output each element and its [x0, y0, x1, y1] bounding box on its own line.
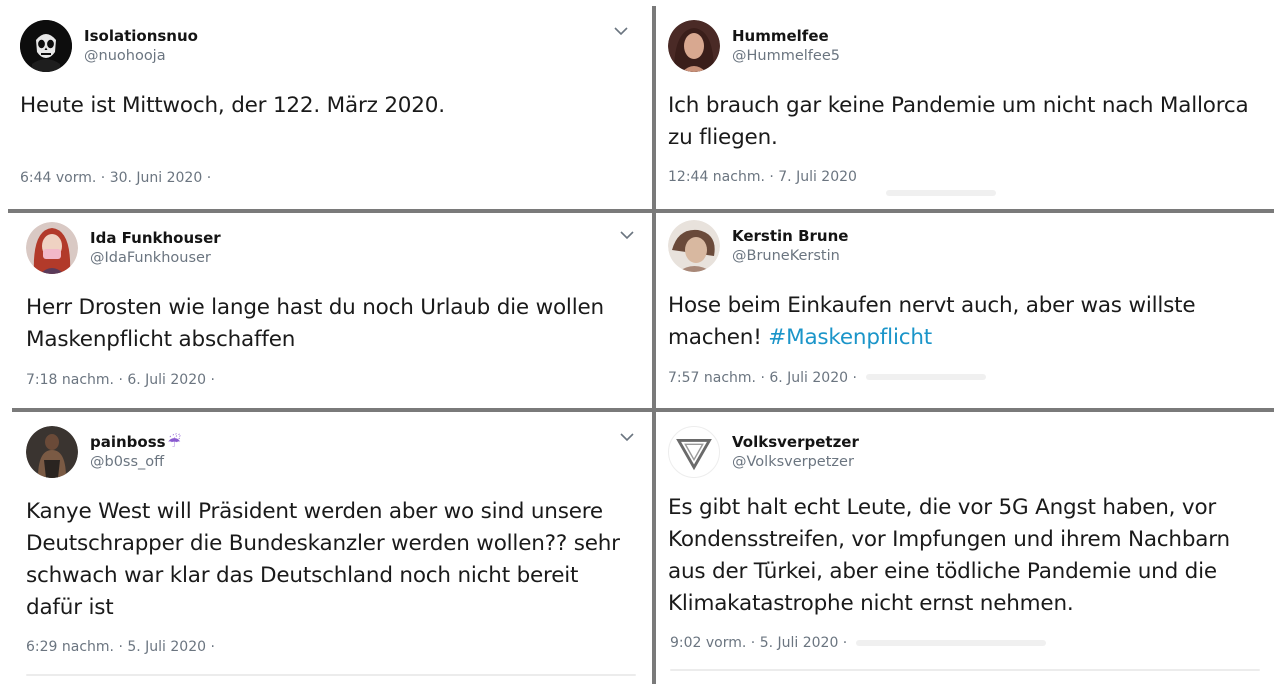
avatar[interactable]: [20, 20, 72, 72]
photo-avatar-icon: [26, 222, 78, 274]
tweet-header: Isolationsnuo @nuohooja: [20, 18, 198, 74]
blurred-ui-remnant: [866, 374, 986, 380]
tweet-text: Hose beim Einkaufen nervt auch, aber was…: [668, 290, 1258, 354]
chevron-down-icon[interactable]: [614, 26, 628, 36]
tweet-header: Ida Funkhouser @IdaFunkhouser: [26, 220, 221, 276]
display-name[interactable]: Ida Funkhouser: [90, 228, 221, 248]
tweet-text: Ich brauch gar keine Pandemie um nicht n…: [668, 93, 1249, 150]
hashtag-link[interactable]: #Maskenpflicht: [768, 325, 932, 350]
user-handle[interactable]: @nuohooja: [84, 46, 198, 66]
user-handle[interactable]: @IdaFunkhouser: [90, 248, 221, 268]
tweet-text: Kanye West will Präsident werden aber wo…: [26, 499, 620, 620]
chevron-down-icon[interactable]: [620, 230, 634, 240]
avatar[interactable]: [668, 20, 720, 72]
display-name[interactable]: Hummelfee: [732, 26, 840, 46]
tweet-card[interactable]: painboss ☔ @b0ss_off Kanye West will Präs…: [8, 412, 652, 682]
blurred-ui-remnant: [856, 640, 1046, 646]
umbrella-emoji-icon: ☔: [167, 433, 182, 451]
triangle-logo-icon: [669, 427, 719, 477]
collage-divider: [8, 209, 1274, 213]
tweet-header: Hummelfee @Hummelfee5: [668, 18, 840, 74]
tweet-card[interactable]: Ida Funkhouser @IdaFunkhouser Herr Drost…: [8, 214, 652, 408]
tweet-text: Herr Drosten wie lange hast du noch Urla…: [26, 295, 604, 352]
tweet-timestamp[interactable]: 7:57 nachm. · 6. Juli 2020 ·: [668, 370, 857, 386]
user-handle[interactable]: @b0ss_off: [90, 452, 181, 472]
collage-divider: [12, 408, 1274, 412]
avatar[interactable]: [668, 426, 720, 478]
user-handle[interactable]: @Volksverpetzer: [732, 452, 859, 472]
blurred-ui-remnant: [886, 190, 996, 196]
chevron-down-icon[interactable]: [620, 432, 634, 442]
tweet-timestamp[interactable]: 6:29 nachm. · 5. Juli 2020 ·: [26, 639, 215, 655]
photo-avatar-icon: [668, 220, 720, 272]
display-name[interactable]: Volksverpetzer: [732, 432, 859, 452]
tweet-timestamp[interactable]: 12:44 nachm. · 7. Juli 2020: [668, 169, 857, 185]
tweet-timestamp[interactable]: 9:02 vorm. · 5. Juli 2020 ·: [670, 635, 847, 651]
tweet-header: Kerstin Brune @BruneKerstin: [668, 218, 848, 274]
user-handle[interactable]: @BruneKerstin: [732, 246, 848, 266]
skull-icon: [20, 20, 72, 72]
display-name[interactable]: Kerstin Brune: [732, 226, 848, 246]
photo-avatar-icon: [668, 20, 720, 72]
user-handle[interactable]: @Hummelfee5: [732, 46, 840, 66]
avatar[interactable]: [26, 222, 78, 274]
card-bottom-border: [670, 669, 1260, 671]
avatar[interactable]: [26, 426, 78, 478]
tweet-card[interactable]: Hummelfee @Hummelfee5 Ich brauch gar kei…: [656, 8, 1272, 210]
display-name[interactable]: painboss ☔: [90, 432, 181, 452]
tweet-screenshot-collage: Isolationsnuo @nuohooja Heute ist Mittwo…: [0, 0, 1280, 685]
tweet-header: painboss ☔ @b0ss_off: [26, 424, 181, 480]
photo-avatar-icon: [26, 426, 78, 478]
tweet-timestamp[interactable]: 7:18 nachm. · 6. Juli 2020 ·: [26, 372, 215, 388]
tweet-header: Volksverpetzer @Volksverpetzer: [668, 424, 859, 480]
collage-divider: [652, 6, 656, 684]
tweet-card[interactable]: Isolationsnuo @nuohooja Heute ist Mittwo…: [8, 8, 652, 210]
card-bottom-border: [26, 674, 636, 676]
avatar[interactable]: [668, 220, 720, 272]
tweet-text: Heute ist Mittwoch, der 122. März 2020.: [20, 93, 445, 118]
tweet-timestamp[interactable]: 6:44 vorm. · 30. Juni 2020 ·: [20, 170, 211, 186]
tweet-card[interactable]: Kerstin Brune @BruneKerstin Hose beim Ei…: [656, 214, 1272, 408]
display-name[interactable]: Isolationsnuo: [84, 26, 198, 46]
tweet-card[interactable]: Volksverpetzer @Volksverpetzer Es gibt h…: [656, 412, 1272, 682]
tweet-text: Es gibt halt echt Leute, die vor 5G Angs…: [668, 495, 1230, 616]
